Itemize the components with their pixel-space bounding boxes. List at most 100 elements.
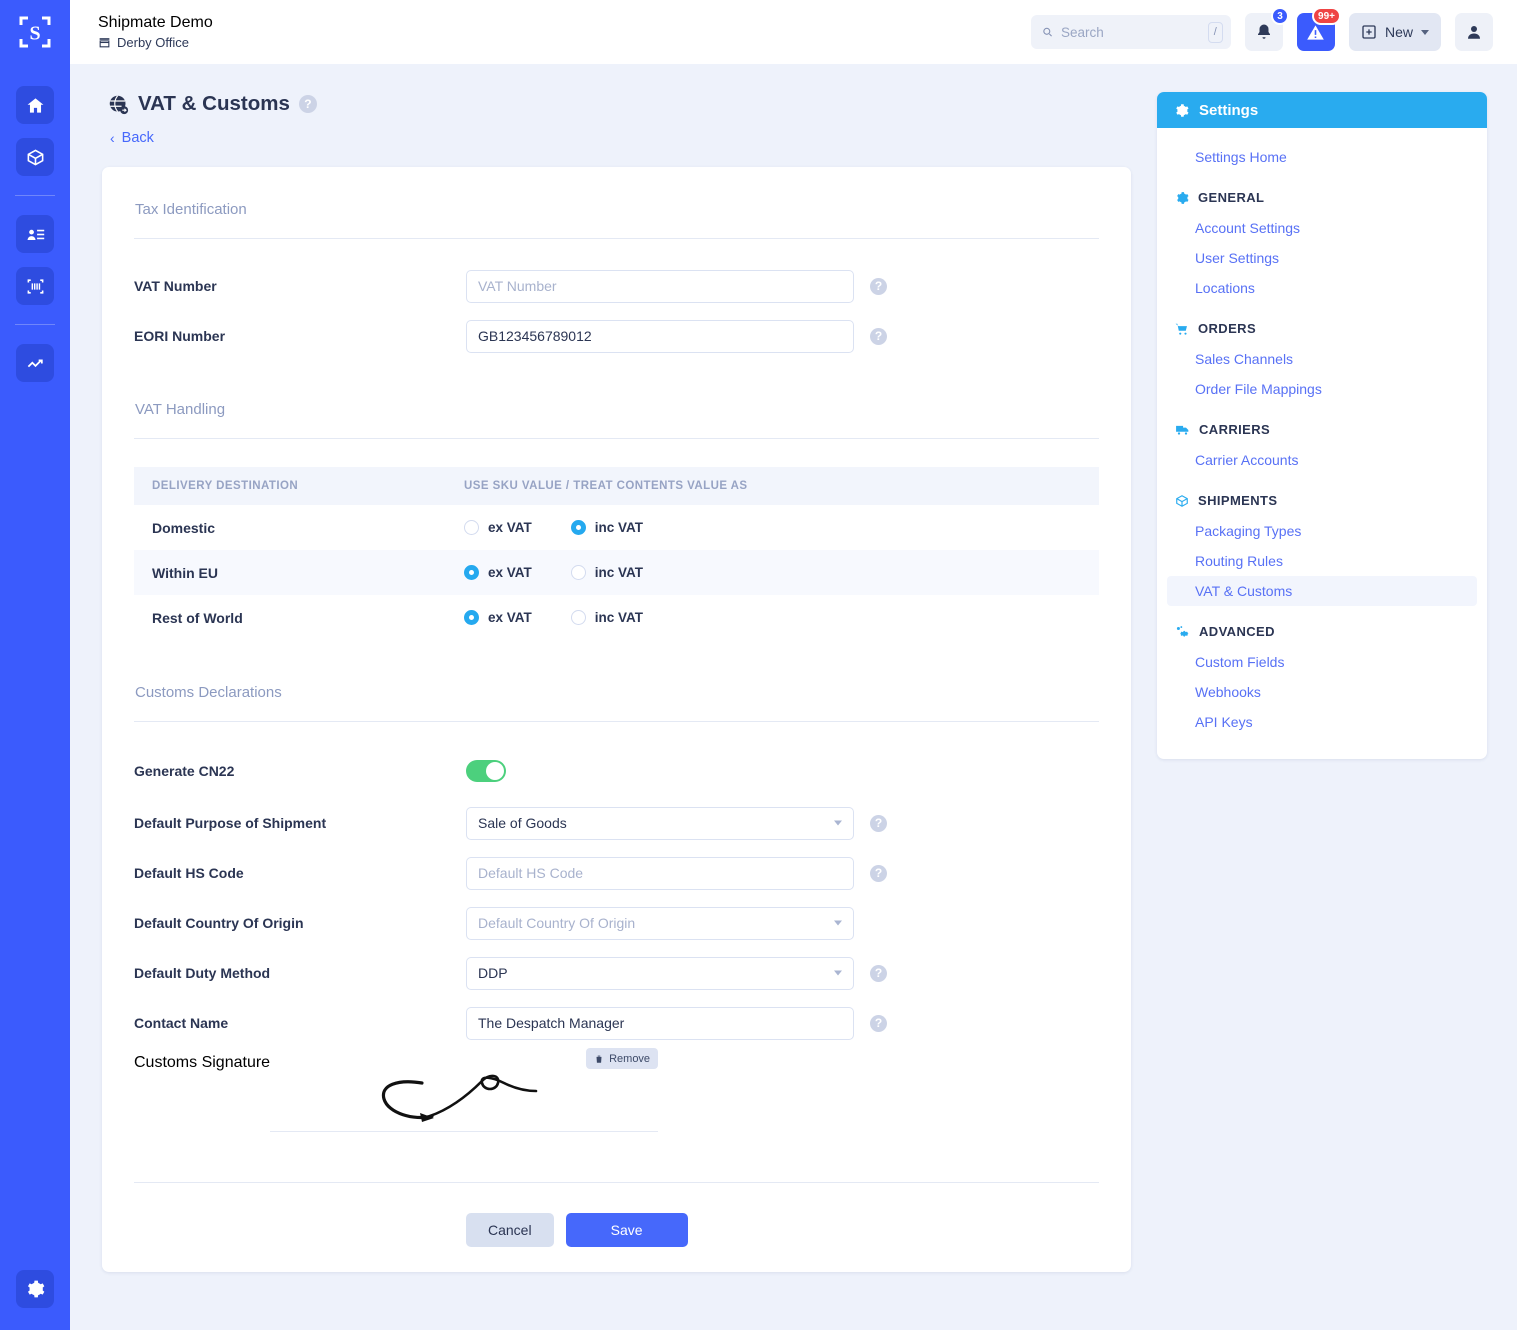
section-divider bbox=[134, 238, 1099, 239]
barcode-icon bbox=[27, 278, 43, 294]
shipmate-logo-icon: S bbox=[19, 16, 51, 48]
home-icon bbox=[27, 97, 43, 113]
new-button[interactable]: New bbox=[1348, 13, 1441, 51]
radio-rest-of-world-ex-vat[interactable]: ex VAT bbox=[464, 610, 532, 625]
settings-group-label: ADVANCED bbox=[1199, 624, 1275, 639]
trending-up-icon bbox=[27, 358, 43, 367]
eori-number-input[interactable] bbox=[466, 319, 854, 353]
field-row-duty-method: Default Duty Method ? bbox=[134, 948, 1099, 998]
chevron-left-icon: ‹ bbox=[110, 130, 115, 146]
field-row-purpose: Default Purpose of Shipment ? bbox=[134, 798, 1099, 848]
radio-indicator bbox=[464, 565, 479, 580]
radio-domestic-inc-vat[interactable]: inc VAT bbox=[570, 520, 643, 535]
section-divider bbox=[134, 438, 1099, 439]
settings-link-sales-channels[interactable]: Sales Channels bbox=[1167, 344, 1477, 374]
signature-area[interactable]: Remove bbox=[270, 1048, 659, 1132]
settings-group-general: GENERAL bbox=[1157, 172, 1487, 213]
field-row-customs-signature: Customs Signature Remove bbox=[134, 1048, 1099, 1144]
settings-link-settings-home[interactable]: Settings Home bbox=[1167, 142, 1477, 172]
purpose-label: Default Purpose of Shipment bbox=[134, 815, 327, 831]
app-logo[interactable]: S bbox=[0, 0, 70, 64]
settings-link-routing-rules[interactable]: Routing Rules bbox=[1167, 546, 1477, 576]
table-row: Rest of World ex VAT inc VAT bbox=[134, 595, 1099, 640]
rail-item-reports[interactable] bbox=[16, 344, 54, 382]
settings-gear-icon bbox=[1176, 625, 1189, 637]
country-origin-select[interactable] bbox=[466, 906, 854, 940]
chevron-down-icon bbox=[834, 920, 842, 926]
content-column: VAT & Customs ? ‹ Back Tax Identificatio… bbox=[102, 92, 1131, 1272]
radio-label: inc VAT bbox=[594, 565, 644, 580]
notifications-badge: 3 bbox=[1270, 7, 1289, 25]
save-button[interactable]: Save bbox=[565, 1213, 688, 1247]
vat-number-input[interactable] bbox=[466, 269, 854, 303]
settings-group-label: ORDERS bbox=[1198, 321, 1257, 336]
settings-panel-body: Settings Home GENERAL Account Settings U… bbox=[1157, 128, 1487, 759]
search-input[interactable] bbox=[1060, 24, 1200, 40]
settings-group-label: CARRIERS bbox=[1199, 422, 1271, 437]
rail-item-barcode[interactable] bbox=[16, 267, 54, 305]
radio-within-eu-inc-vat[interactable]: inc VAT bbox=[570, 565, 644, 580]
contact-name-input[interactable] bbox=[466, 1006, 854, 1040]
generate-cn22-toggle[interactable] bbox=[466, 760, 506, 782]
brand-block[interactable]: Shipmate Demo Derby Office bbox=[98, 14, 213, 50]
radio-domestic-ex-vat[interactable]: ex VAT bbox=[464, 520, 532, 535]
radio-indicator bbox=[464, 520, 479, 535]
radio-indicator bbox=[570, 565, 586, 580]
settings-link-packaging-types[interactable]: Packaging Types bbox=[1167, 516, 1477, 546]
settings-link-locations[interactable]: Locations bbox=[1167, 273, 1477, 303]
hs-code-help-icon[interactable]: ? bbox=[870, 864, 887, 882]
page-title: VAT & Customs bbox=[138, 92, 290, 115]
search-icon bbox=[1043, 27, 1052, 37]
settings-group-label: SHIPMENTS bbox=[1198, 493, 1278, 508]
settings-link-order-file-mappings[interactable]: Order File Mappings bbox=[1167, 374, 1477, 404]
customs-signature-label: Customs Signature bbox=[134, 1054, 271, 1071]
settings-panel-header: Settings bbox=[1157, 92, 1487, 128]
field-row-generate-cn22: Generate CN22 bbox=[134, 744, 1099, 798]
search-box[interactable]: / bbox=[1030, 15, 1231, 49]
page-body: VAT & Customs ? ‹ Back Tax Identificatio… bbox=[70, 64, 1517, 1330]
office-label: Derby Office bbox=[117, 35, 190, 50]
duty-method-select[interactable] bbox=[466, 956, 854, 990]
settings-link-custom-fields[interactable]: Custom Fields bbox=[1167, 647, 1477, 677]
gear-icon bbox=[28, 1280, 45, 1298]
account-button[interactable] bbox=[1455, 13, 1493, 51]
cancel-button[interactable]: Cancel bbox=[466, 1213, 554, 1247]
settings-link-user-settings[interactable]: User Settings bbox=[1167, 243, 1477, 273]
hs-code-input[interactable] bbox=[466, 856, 854, 890]
remove-signature-button[interactable]: Remove bbox=[586, 1048, 659, 1069]
row-label-rest-of-world: Rest of World bbox=[152, 609, 243, 626]
rail-item-contacts[interactable] bbox=[16, 215, 54, 253]
rail-item-home[interactable] bbox=[16, 86, 54, 124]
section-title-vat-handling: VAT Handling bbox=[135, 401, 226, 418]
alerts-button[interactable]: 99+ bbox=[1296, 7, 1341, 51]
vat-number-help-icon[interactable]: ? bbox=[870, 277, 887, 295]
radio-rest-of-world-inc-vat[interactable]: inc VAT bbox=[570, 610, 643, 625]
gear-icon bbox=[1177, 191, 1189, 204]
settings-group-advanced: ADVANCED bbox=[1157, 606, 1487, 647]
contact-name-label: Contact Name bbox=[134, 1015, 229, 1031]
back-link[interactable]: ‹ Back bbox=[110, 130, 1131, 146]
settings-link-api-keys[interactable]: API Keys bbox=[1167, 707, 1477, 737]
box-icon bbox=[1176, 494, 1188, 507]
globe-export-icon bbox=[109, 94, 129, 114]
contact-name-help-icon[interactable]: ? bbox=[870, 1014, 887, 1032]
radio-indicator bbox=[570, 610, 586, 625]
vat-number-label: VAT Number bbox=[134, 278, 217, 294]
radio-within-eu-ex-vat[interactable]: ex VAT bbox=[464, 565, 532, 580]
purpose-select[interactable] bbox=[466, 806, 854, 840]
rail-item-shipments[interactable] bbox=[16, 138, 54, 176]
settings-link-carrier-accounts[interactable]: Carrier Accounts bbox=[1167, 445, 1477, 475]
notifications-button[interactable]: 3 bbox=[1244, 7, 1289, 51]
settings-link-account-settings[interactable]: Account Settings bbox=[1167, 213, 1477, 243]
settings-group-orders: ORDERS bbox=[1157, 303, 1487, 344]
purpose-help-icon[interactable]: ? bbox=[870, 814, 887, 832]
duty-method-help-icon[interactable]: ? bbox=[870, 964, 887, 982]
new-button-label: New bbox=[1384, 24, 1413, 40]
remove-label: Remove bbox=[609, 1052, 651, 1065]
settings-link-vat-customs[interactable]: VAT & Customs bbox=[1167, 576, 1477, 606]
eori-number-help-icon[interactable]: ? bbox=[870, 327, 887, 345]
settings-link-webhooks[interactable]: Webhooks bbox=[1167, 677, 1477, 707]
page-help-icon[interactable]: ? bbox=[298, 95, 317, 113]
rail-item-settings[interactable] bbox=[16, 1270, 54, 1308]
warning-triangle-icon bbox=[1307, 24, 1325, 40]
